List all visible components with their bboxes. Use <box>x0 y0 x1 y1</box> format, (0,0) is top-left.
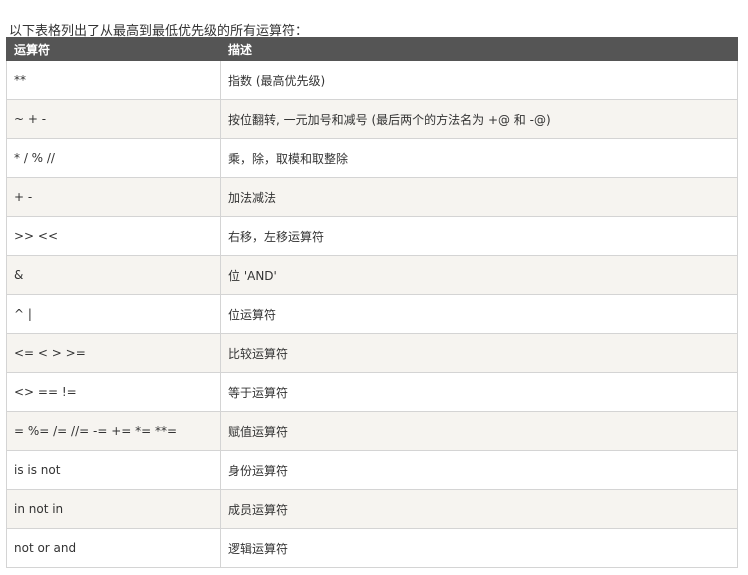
description-cell: 右移，左移运算符 <box>220 216 738 256</box>
description-cell: 成员运算符 <box>220 489 738 529</box>
table-row: = %= /= //= -= += *= **= 赋值运算符 <box>6 411 738 451</box>
operator-cell: ^ | <box>6 294 221 334</box>
header-description: 描述 <box>220 37 738 61</box>
operator-cell: >> << <box>6 216 221 256</box>
description-cell: 位 'AND' <box>220 255 738 295</box>
table-row: + - 加法减法 <box>6 177 738 217</box>
table-row: ^ | 位运算符 <box>6 294 738 334</box>
table-row: is is not 身份运算符 <box>6 450 738 490</box>
operator-cell: not or and <box>6 528 221 568</box>
operator-cell: * / % // <box>6 138 221 178</box>
description-cell: 赋值运算符 <box>220 411 738 451</box>
operator-cell: <> == != <box>6 372 221 412</box>
operator-cell: = %= /= //= -= += *= **= <box>6 411 221 451</box>
table-row: & 位 'AND' <box>6 255 738 295</box>
table-row: <= < > >= 比较运算符 <box>6 333 738 373</box>
description-cell: 指数 (最高优先级) <box>220 60 738 100</box>
operator-cell: ~ + - <box>6 99 221 139</box>
description-cell: 位运算符 <box>220 294 738 334</box>
table-row: * / % // 乘，除，取模和取整除 <box>6 138 738 178</box>
description-cell: 按位翻转, 一元加号和减号 (最后两个的方法名为 +@ 和 -@) <box>220 99 738 139</box>
operator-cell: in not in <box>6 489 221 529</box>
operator-precedence-table: 运算符 描述 ** 指数 (最高优先级) ~ + - 按位翻转, 一元加号和减号… <box>6 37 738 568</box>
operator-cell: & <box>6 255 221 295</box>
header-operator: 运算符 <box>6 37 221 61</box>
operator-cell: ** <box>6 60 221 100</box>
description-cell: 比较运算符 <box>220 333 738 373</box>
description-cell: 加法减法 <box>220 177 738 217</box>
description-cell: 等于运算符 <box>220 372 738 412</box>
table-row: ~ + - 按位翻转, 一元加号和减号 (最后两个的方法名为 +@ 和 -@) <box>6 99 738 139</box>
operator-cell: + - <box>6 177 221 217</box>
table-row: not or and 逻辑运算符 <box>6 528 738 568</box>
table-row: in not in 成员运算符 <box>6 489 738 529</box>
description-cell: 身份运算符 <box>220 450 738 490</box>
table-header-row: 运算符 描述 <box>6 37 738 61</box>
operator-cell: is is not <box>6 450 221 490</box>
description-cell: 逻辑运算符 <box>220 528 738 568</box>
table-row: <> == != 等于运算符 <box>6 372 738 412</box>
table-row: ** 指数 (最高优先级) <box>6 60 738 100</box>
operator-cell: <= < > >= <box>6 333 221 373</box>
description-cell: 乘，除，取模和取整除 <box>220 138 738 178</box>
table-row: >> << 右移，左移运算符 <box>6 216 738 256</box>
